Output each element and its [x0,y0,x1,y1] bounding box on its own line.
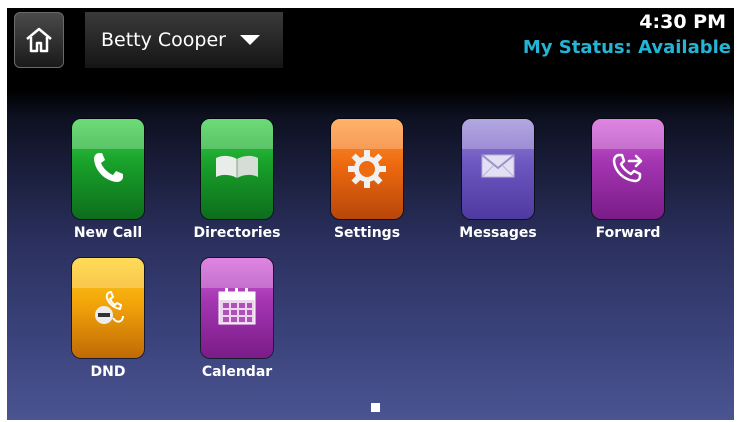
directories-tile [201,119,273,219]
app-label: Settings [333,225,401,241]
app-new-call[interactable]: New Call [53,119,163,241]
messages-tile [462,119,534,219]
phone-icon [94,153,123,182]
app-calendar[interactable]: Calendar [182,258,292,380]
app-label: DND [90,364,126,380]
page-indicator [371,403,380,412]
envelope-icon [481,154,515,178]
clock: 4:30 PM [639,11,726,33]
forward-tile [592,119,664,219]
app-forward[interactable]: Forward [573,119,683,241]
book-icon [216,155,258,178]
chevron-down-icon [239,35,260,45]
app-settings[interactable]: Settings [312,119,422,241]
home-button[interactable] [14,12,64,68]
calendar-icon [218,288,256,325]
phone-screen: Betty Cooper 4:30 PM My Status: Availabl… [7,8,734,420]
app-directories[interactable]: Directories [182,119,292,241]
new-call-tile [72,119,144,219]
calendar-tile [201,258,273,358]
app-messages[interactable]: Messages [443,119,553,241]
user-selector[interactable]: Betty Cooper [85,12,283,68]
app-label: Messages [459,225,537,241]
do-not-disturb-icon [95,291,124,324]
app-label: Calendar [201,364,273,380]
my-status[interactable]: My Status: Available [523,37,731,58]
app-label: Directories [193,225,281,241]
settings-tile [331,119,403,219]
app-dnd[interactable]: DND [53,258,163,380]
app-label: Forward [595,225,661,241]
user-name: Betty Cooper [101,29,226,51]
gear-icon [348,150,386,188]
app-label: New Call [73,225,143,241]
dnd-tile [72,258,144,358]
call-forward-icon [612,153,643,183]
home-icon [26,27,52,53]
